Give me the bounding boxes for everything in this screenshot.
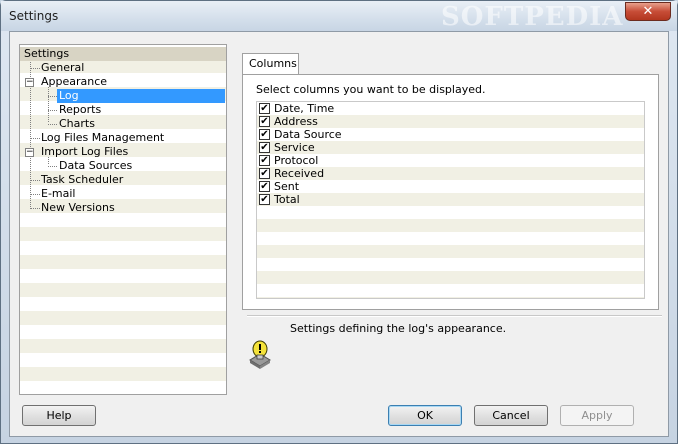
checkbox-protocol[interactable]: ✔ <box>259 155 270 166</box>
tree-item-charts[interactable]: Charts <box>20 117 226 131</box>
tree-connector <box>48 124 57 125</box>
column-label: Total <box>274 193 300 206</box>
tree-item-log[interactable]: Log <box>20 89 226 103</box>
tree-item-reports[interactable]: Reports <box>20 103 226 117</box>
columns-tab-panel: Select columns you want to be displayed.… <box>242 74 659 310</box>
tree-item-settings[interactable]: Settings <box>20 47 226 61</box>
column-item-total[interactable]: ✔ Total <box>257 193 644 206</box>
cancel-button[interactable]: Cancel <box>474 405 548 426</box>
tree-item-log-files-management[interactable]: Log Files Management <box>20 131 226 145</box>
dialog-body: Settings General − Appearance Log Report… <box>9 31 669 437</box>
watermark: SOFTPEDIA <box>441 2 624 32</box>
collapse-icon[interactable]: − <box>25 148 34 157</box>
settings-window: Settings SOFTPEDIA ✕ Settings General − … <box>0 0 678 444</box>
apply-button[interactable]: Apply <box>560 405 634 426</box>
checkbox-total[interactable]: ✔ <box>259 194 270 205</box>
column-label: Service <box>274 141 315 154</box>
tree-item-label: New Versions <box>41 201 115 214</box>
column-item-received[interactable]: ✔ Received <box>257 167 644 180</box>
help-button[interactable]: Help <box>22 405 96 426</box>
tree-item-label: Reports <box>59 103 102 116</box>
tree-item-label: Settings <box>24 47 70 60</box>
window-title: Settings <box>9 9 59 23</box>
checkbox-data-source[interactable]: ✔ <box>259 129 270 140</box>
column-item-service[interactable]: ✔ Service <box>257 141 644 154</box>
page-description: Settings defining the log's appearance. <box>290 322 507 335</box>
tree-item-label: Log <box>57 89 225 103</box>
checkbox-sent[interactable]: ✔ <box>259 181 270 192</box>
title-bar[interactable]: Settings SOFTPEDIA ✕ <box>1 1 677 32</box>
column-item-sent[interactable]: ✔ Sent <box>257 180 644 193</box>
tree-item-label: General <box>41 61 85 74</box>
ok-button[interactable]: OK <box>388 405 462 426</box>
columns-instruction: Select columns you want to be displayed. <box>256 83 486 96</box>
column-item-date-time[interactable]: ✔ Date, Time <box>257 102 644 115</box>
checkbox-date-time[interactable]: ✔ <box>259 103 270 114</box>
column-label: Protocol <box>274 154 319 167</box>
column-label: Data Source <box>274 128 342 141</box>
tree-item-label: E-mail <box>41 187 76 200</box>
tree-item-label: Data Sources <box>59 159 133 172</box>
tree-item-general[interactable]: General <box>20 61 226 75</box>
column-item-protocol[interactable]: ✔ Protocol <box>257 154 644 167</box>
checkbox-service[interactable]: ✔ <box>259 142 270 153</box>
tree-item-label: Charts <box>59 117 95 130</box>
column-label: Received <box>274 167 325 180</box>
tree-connector <box>48 96 57 97</box>
tree-item-new-versions[interactable]: New Versions <box>20 201 226 215</box>
tree-connector <box>48 166 57 167</box>
tree-item-appearance[interactable]: − Appearance <box>20 75 226 89</box>
divider <box>247 315 662 317</box>
settings-tree[interactable]: Settings General − Appearance Log Report… <box>19 44 227 395</box>
tree-item-task-scheduler[interactable]: Task Scheduler <box>20 173 226 187</box>
tree-item-import-log-files[interactable]: − Import Log Files <box>20 145 226 159</box>
close-icon: ✕ <box>642 4 654 19</box>
close-button[interactable]: ✕ <box>625 2 671 21</box>
tree-item-email[interactable]: E-mail <box>20 187 226 201</box>
lightbulb-info-icon <box>249 340 271 369</box>
collapse-icon[interactable]: − <box>25 78 34 87</box>
checkbox-address[interactable]: ✔ <box>259 116 270 127</box>
tree-connector <box>48 110 57 111</box>
tree-item-label: Task Scheduler <box>41 173 124 186</box>
column-label: Address <box>274 115 318 128</box>
tree-item-label: Log Files Management <box>41 131 165 144</box>
column-item-address[interactable]: ✔ Address <box>257 115 644 128</box>
columns-list[interactable]: ✔ Date, Time ✔ Address ✔ Data Source ✔ S… <box>256 101 645 299</box>
tree-item-label: Import Log Files <box>41 145 129 158</box>
column-item-data-source[interactable]: ✔ Data Source <box>257 128 644 141</box>
tab-columns[interactable]: Columns <box>242 53 299 75</box>
column-label: Date, Time <box>274 102 335 115</box>
tree-item-data-sources[interactable]: Data Sources <box>20 159 226 173</box>
tree-item-label: Appearance <box>41 75 108 88</box>
column-label: Sent <box>274 180 300 193</box>
checkbox-received[interactable]: ✔ <box>259 168 270 179</box>
